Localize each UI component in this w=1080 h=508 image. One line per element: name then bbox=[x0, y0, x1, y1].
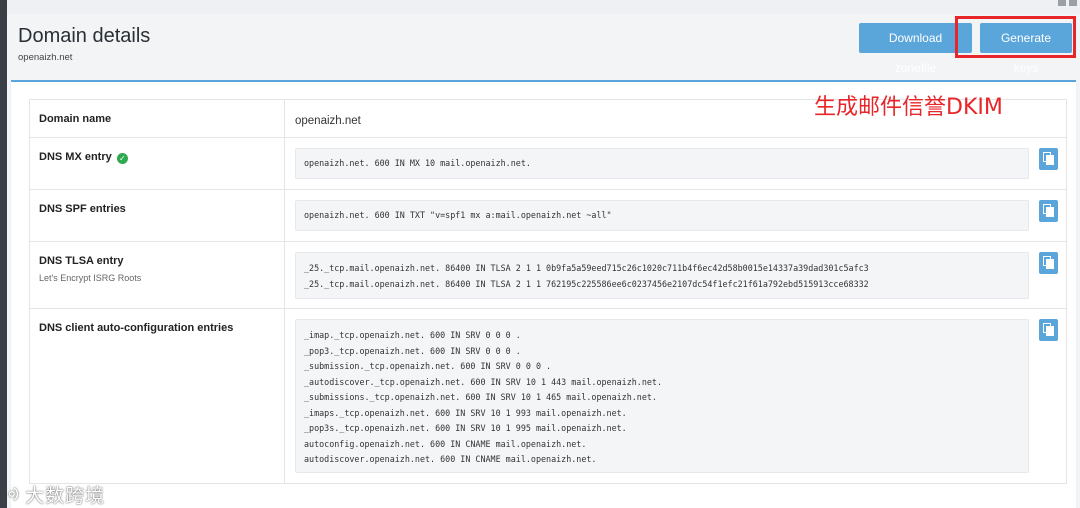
page-subtitle: openaizh.net bbox=[18, 52, 73, 63]
check-circle-icon: ✓ bbox=[116, 153, 128, 164]
table-row-dns-spf: DNS SPF entries openaizh.net. 600 IN TXT… bbox=[29, 189, 1067, 242]
domain-details-table: Domain name openaizh.net DNS MX entry ✓ … bbox=[29, 99, 1067, 484]
row-label: Domain name bbox=[29, 99, 285, 138]
copy-icon[interactable] bbox=[1039, 319, 1058, 341]
copy-icon[interactable] bbox=[1039, 252, 1058, 274]
row-label: DNS TLSA entry bbox=[39, 255, 124, 267]
page-title: Domain details bbox=[18, 25, 151, 47]
table-row-dns-tlsa: DNS TLSA entry Let's Encrypt ISRG Roots … bbox=[29, 241, 1067, 309]
copy-icon[interactable] bbox=[1039, 200, 1058, 222]
row-label: DNS SPF entries bbox=[29, 189, 285, 242]
row-label: DNS client auto-configuration entries bbox=[29, 308, 285, 484]
table-row-dns-mx: DNS MX entry ✓ openaizh.net. 600 IN MX 1… bbox=[29, 137, 1067, 190]
window-edge bbox=[0, 0, 7, 508]
dns-mx-record: openaizh.net. 600 IN MX 10 mail.openaizh… bbox=[295, 148, 1029, 179]
annotation-text: 生成邮件信誉DKIM bbox=[814, 95, 1003, 120]
dns-autoconfig-records: _imap._tcp.openaizh.net. 600 IN SRV 0 0 … bbox=[295, 319, 1029, 473]
window-tile-icon[interactable] bbox=[1058, 0, 1078, 8]
page-header: Domain details openaizh.net Download zon… bbox=[7, 14, 1080, 80]
table-row-dns-autoconfig: DNS client auto-configuration entries _i… bbox=[29, 308, 1067, 484]
copy-icon[interactable] bbox=[1039, 148, 1058, 170]
row-sublabel: Let's Encrypt ISRG Roots bbox=[39, 273, 142, 283]
page: Domain details openaizh.net Download zon… bbox=[7, 0, 1080, 508]
dns-spf-record: openaizh.net. 600 IN TXT "v=spf1 mx a:ma… bbox=[295, 200, 1029, 231]
highlight-box bbox=[955, 16, 1076, 58]
domain-details-card: Domain name openaizh.net DNS MX entry ✓ … bbox=[11, 80, 1076, 508]
row-label: DNS MX entry bbox=[39, 151, 112, 163]
watermark-logo: ᢀ 大数跨境 bbox=[8, 485, 106, 507]
dns-tlsa-record: _25._tcp.mail.openaizh.net. 86400 IN TLS… bbox=[295, 252, 1029, 299]
